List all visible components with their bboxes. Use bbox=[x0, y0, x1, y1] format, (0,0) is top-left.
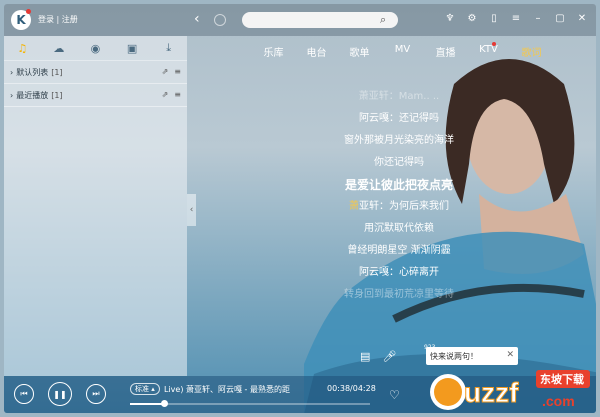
lyric-line-current: 是爱让彼此把夜点亮 bbox=[344, 178, 453, 192]
sidebar: ♫ ☁ ◉ ▣ ⤓ › 默认列表 [1] ⇗ ≡ › 最近播放 [1] ⇗ ≡ bbox=[4, 36, 187, 376]
register-link[interactable]: 注册 bbox=[62, 15, 78, 24]
sidebar-tabs: ♫ ☁ ◉ ▣ ⤓ bbox=[4, 36, 187, 61]
lyric-line: 窗外那被月光染亮的海洋 bbox=[344, 135, 454, 146]
watermark-domain: .com bbox=[542, 393, 575, 409]
music-note-icon[interactable]: ♫ bbox=[4, 42, 41, 55]
refresh-icon[interactable] bbox=[214, 14, 226, 26]
share-icon[interactable]: ⇗ bbox=[162, 67, 169, 76]
maximize-icon[interactable]: ▢ bbox=[554, 13, 566, 24]
collapse-sidebar-button[interactable]: ‹ bbox=[187, 194, 196, 226]
row-actions: ⇗ ≡ bbox=[162, 67, 181, 76]
nav-library[interactable]: 乐库 bbox=[252, 44, 295, 59]
comment-toast[interactable]: 快来说两句！ ✕ bbox=[426, 347, 518, 365]
lyric-text: 亚轩：为何后来我们 bbox=[359, 201, 449, 212]
progress-knob[interactable] bbox=[160, 400, 168, 407]
previous-track-button[interactable]: ⏮ bbox=[14, 384, 34, 404]
close-icon[interactable]: ✕ bbox=[576, 13, 588, 24]
close-icon[interactable]: ✕ bbox=[506, 350, 514, 360]
search-input[interactable] bbox=[242, 12, 398, 28]
share-icon[interactable]: ⇗ bbox=[162, 90, 169, 99]
tshirt-skin-icon[interactable]: ♆ bbox=[444, 13, 456, 24]
cloud-icon[interactable]: ☁ bbox=[41, 42, 78, 55]
login-link[interactable]: 登录 bbox=[38, 15, 54, 24]
heart-icon[interactable]: ♡ bbox=[389, 388, 400, 402]
nav-live[interactable]: 直播 bbox=[424, 44, 467, 59]
watermark-brand: uzzf bbox=[464, 377, 519, 408]
lyric-line: 你还记得吗 bbox=[374, 157, 424, 168]
lyric-line: 阿云嘎：还记得吗 bbox=[359, 113, 439, 124]
watermark-cn: 东坡下载 bbox=[540, 372, 584, 386]
lyric-highlight: 萧 bbox=[349, 201, 359, 212]
gear-icon[interactable]: ⚙ bbox=[466, 13, 478, 24]
playlist-default[interactable]: › 默认列表 [1] ⇗ ≡ bbox=[4, 61, 187, 84]
nav-radio[interactable]: 电台 bbox=[295, 44, 338, 59]
login-links: 登录 | 注册 bbox=[38, 14, 78, 25]
lyrics-panel: 萧亚轩：Mam.. .. 阿云嘎：还记得吗 窗外那被月光染亮的海洋 你还记得吗 … bbox=[304, 86, 494, 306]
chevron-right-icon: › bbox=[10, 67, 14, 77]
minimize-icon[interactable]: – bbox=[532, 13, 544, 24]
radio-broadcast-icon[interactable]: ◉ bbox=[77, 42, 114, 55]
pause-button[interactable]: ❚❚ bbox=[48, 382, 72, 406]
window-controls: ♆ ⚙ ▯ ≡ – ▢ ✕ bbox=[444, 13, 588, 24]
back-arrow-icon[interactable]: ‹ bbox=[194, 11, 200, 27]
lyric-line: 用沉默取代依赖 bbox=[364, 223, 434, 234]
menu-icon[interactable]: ≡ bbox=[510, 13, 522, 24]
ktv-new-dot bbox=[492, 42, 496, 46]
playlist-count: [1] bbox=[51, 67, 63, 77]
chevron-right-icon: › bbox=[10, 90, 14, 100]
lyric-line: 萧亚轩：为何后来我们 bbox=[304, 196, 494, 218]
menu-icon[interactable]: ≡ bbox=[174, 90, 181, 99]
uzzf-watermark-logo: uzzf 东坡下载 .com bbox=[430, 370, 590, 410]
next-track-button[interactable]: ⏭ bbox=[86, 384, 106, 404]
lyric-line: 萧亚轩：Mam.. .. bbox=[358, 91, 440, 102]
mini-mode-icon[interactable]: ▯ bbox=[488, 13, 500, 24]
playlist-name: 最近播放 bbox=[16, 90, 49, 100]
nav-mv[interactable]: MV bbox=[381, 44, 424, 59]
main-nav: 乐库 电台 歌单 MV 直播 KTV 歌词 bbox=[252, 42, 553, 59]
menu-icon[interactable]: ≡ bbox=[174, 67, 181, 76]
row-actions: ⇗ ≡ bbox=[162, 90, 181, 99]
playlist-name: 默认列表 bbox=[16, 67, 49, 77]
lyric-line: 阿云嘎：心碎离开 bbox=[359, 267, 439, 278]
microphone-icon[interactable]: 🎤︎ bbox=[382, 350, 396, 363]
download-icon[interactable]: ⤓ bbox=[150, 41, 187, 55]
lyric-tools: ▤ 🎤︎ bbox=[360, 350, 396, 363]
lyric-line: 曾经明朗星空 渐渐阴霾 bbox=[347, 245, 451, 256]
quality-selector[interactable]: 标准 ▴ bbox=[130, 383, 160, 395]
now-playing-title: Live) 萧亚轩、阿云嘎 - 最熟悉的距 bbox=[164, 385, 290, 394]
separator: | bbox=[56, 15, 60, 24]
progress-fill bbox=[130, 403, 164, 405]
nav-playlists[interactable]: 歌单 bbox=[338, 44, 381, 59]
playlist-recent[interactable]: › 最近播放 [1] ⇗ ≡ bbox=[4, 84, 187, 107]
title-bar: K 登录 | 注册 ‹ ⌕ ♆ ⚙ ▯ ≡ – ▢ ✕ bbox=[4, 4, 596, 36]
device-icon[interactable]: ▣ bbox=[114, 42, 151, 55]
music-player-window: K 登录 | 注册 ‹ ⌕ ♆ ⚙ ▯ ≡ – ▢ ✕ 乐库 电台 歌单 MV … bbox=[4, 4, 596, 413]
lyric-mode-icon[interactable]: ▤ bbox=[360, 350, 370, 363]
notification-dot bbox=[26, 9, 31, 14]
progress-bar[interactable] bbox=[130, 400, 370, 407]
play-time: 00:38/04:28 bbox=[327, 384, 376, 393]
nav-ktv[interactable]: KTV bbox=[467, 44, 510, 59]
playlist-count: [1] bbox=[51, 90, 63, 100]
search-icon[interactable]: ⌕ bbox=[380, 13, 386, 27]
lyric-line: 转身回到最初荒凉里等待 bbox=[344, 289, 454, 300]
nav-lyrics[interactable]: 歌词 bbox=[510, 44, 553, 59]
toast-text: 快来说两句！ bbox=[430, 351, 478, 361]
